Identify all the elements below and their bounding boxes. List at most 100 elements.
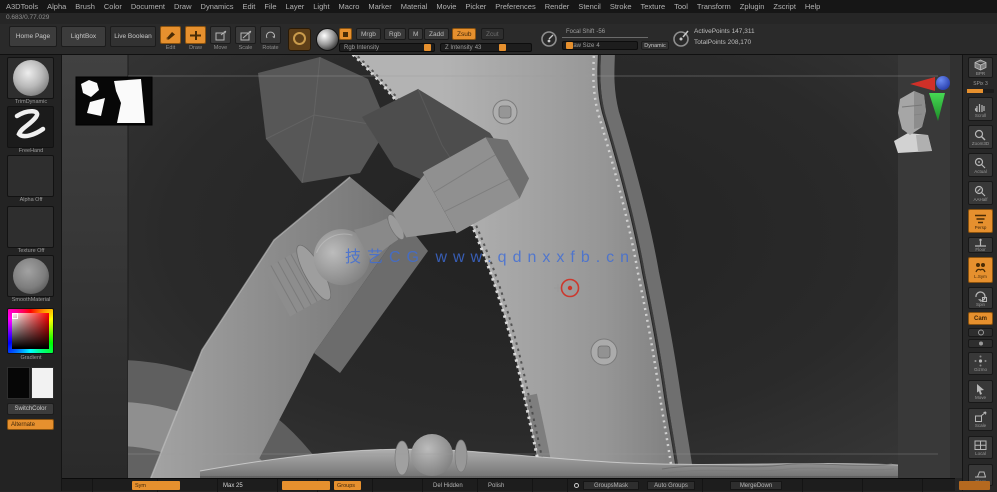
dynamic-button[interactable]: Dynamic [641, 41, 669, 50]
home-page-button[interactable]: Home Page [9, 26, 57, 47]
zsub-button[interactable]: Zsub [452, 28, 477, 40]
current-material-thumbnail[interactable] [7, 255, 54, 297]
auto-groups-button[interactable]: Auto Groups [647, 481, 695, 490]
spix-slider[interactable] [967, 89, 994, 93]
mrgb-button[interactable]: Mrgb [356, 28, 381, 40]
viewport-canvas[interactable]: 技艺CG www.qdnxxfb.cn [62, 55, 962, 478]
menu-item[interactable]: Help [805, 2, 820, 11]
menu-item[interactable]: Render [545, 2, 570, 11]
scale-3d-button[interactable]: Scale [968, 408, 993, 431]
spix-slider-fill [967, 89, 984, 93]
menu-item[interactable]: Texture [641, 2, 666, 11]
main-color-swatch[interactable] [7, 367, 30, 399]
floor-button[interactable]: Floor [968, 237, 993, 253]
draw-size-handle[interactable] [566, 42, 573, 49]
actual-button[interactable]: Actual [968, 153, 993, 177]
current-texture-thumbnail[interactable] [7, 206, 54, 248]
menu-item[interactable]: Movie [436, 2, 456, 11]
menu-item[interactable]: Dynamics [201, 2, 234, 11]
secondary-color-swatch[interactable] [31, 367, 54, 399]
persp-button[interactable]: Persp [968, 209, 993, 233]
menu-item[interactable]: File [264, 2, 276, 11]
z-intensity-handle[interactable] [499, 44, 506, 51]
zadd-button[interactable]: Zadd [424, 28, 449, 40]
rgb-intensity-handle[interactable] [424, 44, 431, 51]
current-brush-thumbnail[interactable] [7, 57, 54, 99]
lsym-button[interactable]: L.Sym [968, 257, 993, 283]
scroll-button[interactable]: Scroll [968, 97, 993, 121]
stroke-sphere-button[interactable] [316, 28, 339, 51]
menu-item[interactable]: Macro [339, 2, 360, 11]
spin-button[interactable]: Spin [968, 287, 993, 309]
menu-item[interactable]: Zplugin [740, 2, 765, 11]
spin-arrow-icon [975, 290, 987, 302]
cam-redo-button[interactable] [968, 339, 993, 348]
menu-item[interactable]: Light [313, 2, 329, 11]
bpr-button[interactable]: BPR [968, 57, 993, 78]
zoom3d-button[interactable]: Zoom3D [968, 125, 993, 149]
menu-item[interactable]: Color [104, 2, 122, 11]
z-intensity-slider[interactable]: Z Intensity 43 [440, 43, 532, 52]
resolution-button[interactable] [282, 481, 330, 490]
focal-dial-icon[interactable] [540, 30, 559, 49]
merge-down-button[interactable]: MergeDown [730, 481, 782, 490]
groups-mask-radio[interactable] [574, 483, 579, 488]
del-hidden-button[interactable]: Del Hidden [430, 481, 466, 490]
move-3d-button[interactable]: Move [968, 380, 993, 403]
groups-button[interactable]: Groups [334, 481, 361, 490]
rgb-button[interactable]: Rgb [384, 28, 406, 40]
menu-item[interactable]: Draw [174, 2, 192, 11]
polish-button[interactable]: Polish [485, 481, 507, 490]
gizmo-button[interactable]: Gizmo [968, 352, 993, 375]
brush-preview-button[interactable] [288, 28, 311, 51]
draw-button[interactable]: Draw [185, 26, 206, 53]
groups-mask-button[interactable]: GroupsMask [583, 481, 639, 490]
move-button[interactable]: Move [210, 26, 231, 53]
menu-item[interactable]: Transform [697, 2, 731, 11]
color-picker[interactable] [7, 308, 54, 354]
live-boolean-button[interactable]: Live Boolean [110, 26, 156, 47]
cam-undo-button[interactable] [968, 328, 993, 337]
current-alpha-thumbnail[interactable] [7, 155, 54, 197]
switch-color-button[interactable]: SwitchColor [7, 403, 54, 415]
menu-item[interactable]: Document [131, 2, 165, 11]
focal-shift-slider[interactable]: Focal Shift -56 [562, 27, 638, 36]
menu-item[interactable]: Edit [242, 2, 255, 11]
sym-button[interactable]: Sym [132, 481, 180, 490]
scale-button[interactable]: Scale [235, 26, 256, 53]
magnifier-icon [974, 129, 986, 140]
cursor-arrow-icon [977, 384, 984, 395]
paint-mode-button[interactable] [339, 28, 352, 40]
menu-item[interactable]: Stroke [610, 2, 632, 11]
corner-accent-button[interactable] [959, 481, 990, 490]
m-button[interactable]: M [408, 28, 424, 40]
floor-plane-icon [975, 471, 986, 477]
lightbox-button[interactable]: LightBox [61, 26, 106, 47]
cam-button[interactable]: Cam [968, 312, 993, 325]
menu-item[interactable]: Zscript [773, 2, 796, 11]
menu-item[interactable]: Brush [75, 2, 95, 11]
rotate-button[interactable]: Rotate [260, 26, 281, 53]
menu-item[interactable]: A3DTools [6, 2, 38, 11]
menu-item[interactable]: Alpha [47, 2, 66, 11]
rgb-intensity-slider[interactable]: Rgb Intensity [339, 43, 435, 52]
menu-item[interactable]: Marker [368, 2, 391, 11]
menu-item[interactable]: Tool [674, 2, 688, 11]
aahalf-button[interactable]: AAHalf [968, 181, 993, 205]
current-stroke-thumbnail[interactable] [7, 106, 54, 148]
edit-button[interactable]: Edit [160, 26, 181, 53]
quick-pick-dial-icon[interactable] [672, 29, 691, 48]
menu-item[interactable]: Layer [286, 2, 305, 11]
draw-icon [185, 26, 206, 44]
focal-shift-track[interactable] [562, 37, 648, 38]
draw-size-slider[interactable]: Draw Size 4 [562, 41, 638, 50]
axis-z-sphere[interactable] [936, 76, 950, 90]
menu-item[interactable]: Material [401, 2, 428, 11]
local-button[interactable]: Local [968, 436, 993, 459]
alternate-button[interactable]: Alternate [7, 419, 54, 430]
menu-item[interactable]: Preferences [495, 2, 535, 11]
menu-item[interactable]: Picker [465, 2, 486, 11]
zcut-button[interactable]: Zcut [481, 28, 504, 40]
menu-item[interactable]: Stencil [578, 2, 601, 11]
picker-label: Gradient [20, 355, 42, 361]
